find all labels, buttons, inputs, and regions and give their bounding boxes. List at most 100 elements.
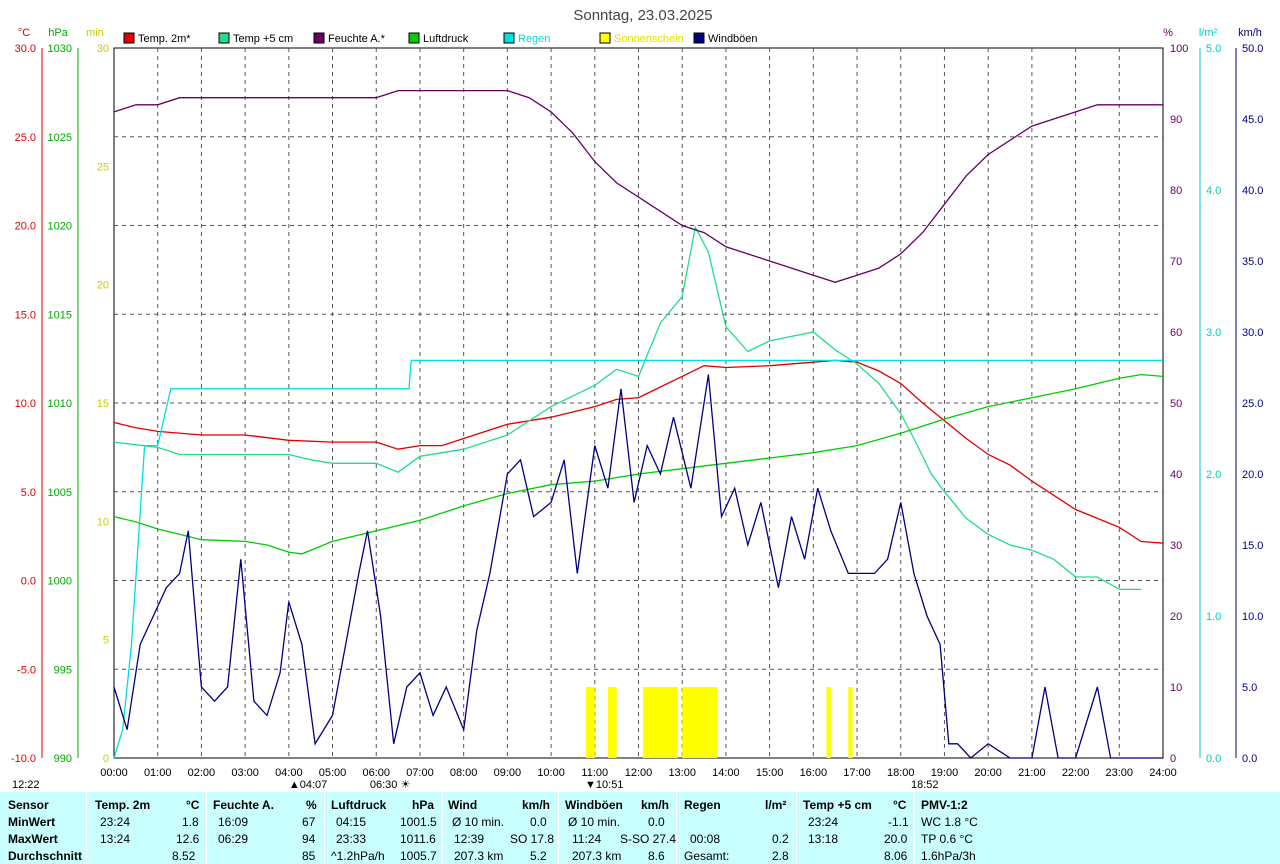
x-tick-label: 19:00	[931, 767, 959, 779]
divider	[86, 792, 87, 864]
wind-axis-tick-label: 40.0	[1242, 185, 1263, 197]
legend-swatch	[693, 32, 705, 44]
x-tick-label: 13:00	[668, 767, 696, 779]
x-tick-label: 09:00	[494, 767, 522, 779]
sunshine-bar	[586, 687, 595, 758]
sunshine-bar	[826, 687, 831, 758]
temp-axis-tick-label: 20.0	[15, 221, 36, 233]
temp-axis-tick-label: 30.0	[15, 43, 36, 55]
annotations: 12:22 ▲04:07 06:30 ☀ ▼10:51 18:52	[12, 779, 939, 791]
x-tick-label: 03:00	[231, 767, 259, 779]
wind-axis-tick-label: 35.0	[1242, 256, 1263, 268]
sun-axis-tick-label: 0	[103, 753, 109, 765]
legend-swatch	[503, 32, 515, 44]
x-tick-label: 05:00	[319, 767, 347, 779]
temp-axis-tick-label: 5.0	[21, 487, 36, 499]
pressure-axis-tick-label: 1030	[48, 43, 72, 55]
x-tick-label: 04:00	[275, 767, 303, 779]
pressure-axis-tick-label: 1005	[48, 487, 72, 499]
rain-axis-tick-label: 0.0	[1206, 753, 1221, 765]
rain-axis-tick-label: 1.0	[1206, 611, 1221, 623]
rain-total-label: Gesamt:	[684, 849, 730, 863]
temp-unit-label: °C	[18, 27, 30, 39]
legend-label: Sonnenschein	[614, 33, 684, 45]
x-tick-label: 20:00	[974, 767, 1002, 779]
humidity-axis-tick-label: 80	[1170, 185, 1182, 197]
pmv-pressure-trend: 1.6hPa/3h	[921, 849, 976, 863]
chart-title: Sonntag, 23.03.2025	[573, 7, 712, 24]
temp-axis-tick-label: 0.0	[21, 576, 36, 588]
legend-label: Feuchte A.*	[328, 33, 386, 45]
temp-axis-tick-label: -5.0	[17, 664, 36, 676]
x-tick-label: 01:00	[144, 767, 172, 779]
sunshine-bar	[607, 687, 617, 758]
rain-total-value: 2.8	[772, 849, 789, 863]
stat-unit-pressure: hPa	[412, 798, 435, 812]
wind-distance: 207.3 km	[454, 849, 504, 863]
temp2m-max: 12.6	[176, 832, 200, 846]
stat-unit-temp5: °C	[893, 798, 907, 812]
temp2m-min: 1.8	[182, 815, 199, 829]
gusts-avg-value: 0.0	[648, 815, 665, 829]
humidity-axis-tick-label: 40	[1170, 469, 1182, 481]
x-tick-label: 16:00	[800, 767, 828, 779]
temp5-min: -1.1	[888, 815, 909, 829]
temp-axis-tick-label: 25.0	[15, 132, 36, 144]
x-tick-label: 15:00	[756, 767, 784, 779]
divider	[796, 792, 797, 864]
wind-avg-value: 0.0	[530, 815, 547, 829]
gusts-distance: 207.3 km	[572, 849, 622, 863]
humidity-max-time: 06:29	[218, 832, 249, 846]
gusts-max-time: 11:24	[572, 832, 602, 846]
stat-header-humidity: Feuchte A.	[213, 798, 274, 812]
wind-avg-label: Ø 10 min.	[452, 815, 505, 829]
pressure-axis-tick-label: 1000	[48, 576, 72, 588]
humidity-min-time: 16:09	[218, 815, 249, 829]
divider	[442, 792, 443, 864]
legend-label: Luftdruck	[423, 33, 469, 45]
rain-axis-tick-label: 5.0	[1206, 43, 1221, 55]
rain-axis-tick-label: 2.0	[1206, 469, 1221, 481]
x-tick-label: 24:00	[1149, 767, 1177, 779]
humidity-unit-label: %	[1163, 27, 1173, 39]
legend-label: Temp. 2m*	[138, 33, 191, 45]
temp2m-avg: 8.52	[172, 849, 196, 863]
sunshine-bar	[642, 687, 678, 758]
rain-max-value: 0.2	[772, 832, 789, 846]
x-tick-label: 10:00	[537, 767, 565, 779]
wind-axis-tick-label: 50.0	[1242, 43, 1263, 55]
pressure-min: 1001.5	[400, 815, 437, 829]
x-tick-label: 23:00	[1106, 767, 1134, 779]
humidity-axis-tick-label: 70	[1170, 256, 1182, 268]
temp-axis-tick-label: -10.0	[11, 753, 36, 765]
temp-axis-tick-label: 10.0	[15, 398, 36, 410]
x-tick-label: 02:00	[188, 767, 216, 779]
rain-max-time: 00:08	[690, 832, 721, 846]
pressure-axis-tick-label: 1015	[48, 309, 72, 321]
stat-header-temp2m: Temp. 2m	[95, 798, 151, 812]
stats-panel: Sensor MinWert MaxWert Durchschnitt Temp…	[0, 792, 1280, 864]
pressure-axis-tick-label: 1010	[48, 398, 72, 410]
wind-axis-tick-label: 10.0	[1242, 611, 1263, 623]
temp-axis-tick-label: 15.0	[15, 309, 36, 321]
stat-unit-wind: km/h	[522, 798, 551, 812]
humidity-axis-tick-label: 30	[1170, 540, 1182, 552]
temp2m-max-time: 13:24	[100, 832, 131, 846]
wind-axis-tick-label: 25.0	[1242, 398, 1263, 410]
sunrise-marker: 06:30 ☀	[370, 779, 410, 791]
stat-row-min: MinWert	[8, 815, 56, 829]
stat-header-sensor: Sensor	[8, 798, 49, 812]
temp5-max-time: 13:18	[808, 832, 839, 846]
wind-max-time: 12:39	[454, 832, 485, 846]
stat-header-pressure: Luftdruck	[331, 798, 387, 812]
sun-axis-tick-label: 15	[97, 398, 109, 410]
x-tick-label: 07:00	[406, 767, 434, 779]
pressure-axis-tick-label: 1025	[48, 132, 72, 144]
humidity-axis-tick-label: 90	[1170, 114, 1182, 126]
pressure-max: 1011.6	[400, 832, 436, 846]
legend: Temp. 2m* Temp +5 cm Feuchte A.* Luftdruck R…	[123, 32, 758, 45]
pmv-dewpoint: TP 0.6 °C	[921, 832, 973, 846]
pressure-trend: ^1.2hPa/h	[331, 849, 385, 863]
sun-axis-tick-label: 30	[97, 43, 109, 55]
stat-unit-temp2m: °C	[186, 798, 200, 812]
